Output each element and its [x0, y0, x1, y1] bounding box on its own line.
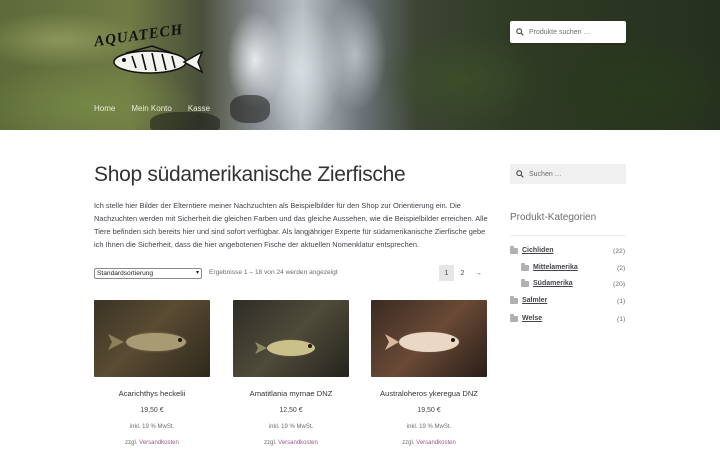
site-header: AQUATECH Home Mein Konto Kasse Produkte … [0, 0, 720, 130]
nav-item-kasse[interactable]: Kasse [188, 104, 210, 113]
fish-photo-icon [255, 340, 315, 356]
sort-selected-value: Standardsortierung [97, 270, 154, 277]
chevron-down-icon: ▾ [195, 270, 199, 276]
category-count: (1) [617, 316, 626, 323]
header-search-placeholder: Produkte suchen … [529, 28, 591, 36]
category-item-salmler[interactable]: Salmler [510, 295, 547, 304]
product-shipping-note: zzgl. Versandkosten [233, 440, 349, 446]
shipping-link[interactable]: Versandkosten [278, 440, 318, 446]
product-name[interactable]: Amatitlania myrnae DNZ [233, 389, 349, 398]
product-image[interactable] [233, 300, 349, 377]
folder-icon [521, 262, 529, 271]
page-1-button[interactable]: 1 [439, 265, 454, 281]
result-count: Ergebnisse 1 – 18 von 24 werden angezeig… [209, 269, 338, 276]
product-card[interactable]: Australoheros ykeregua DNZ 19,50 € inkl.… [371, 300, 487, 446]
page-title: Shop südamerikanische Zierfische [94, 163, 406, 186]
header-search-input[interactable]: Produkte suchen … [510, 21, 626, 43]
product-tax-note: inkl. 19 % MwSt. [406, 424, 452, 430]
site-logo[interactable]: AQUATECH [92, 22, 212, 80]
main-navigation: Home Mein Konto Kasse [94, 104, 210, 113]
product-shipping-note: zzgl. Versandkosten [371, 440, 487, 446]
product-name[interactable]: Australoheros ykeregua DNZ [371, 389, 487, 398]
page-2-button[interactable]: 2 [455, 265, 470, 281]
product-tax-note: inkl. 19 % MwSt. [268, 424, 314, 430]
category-count: (20) [613, 281, 626, 288]
sort-select[interactable]: Standardsortierung ▾ [94, 268, 202, 279]
folder-icon [510, 245, 518, 254]
product-image[interactable] [94, 300, 210, 377]
folder-icon [510, 313, 518, 322]
shipping-link[interactable]: Versandkosten [139, 440, 179, 446]
search-icon [516, 170, 524, 178]
shipping-link[interactable]: Versandkosten [416, 440, 456, 446]
category-item-mittelamerika[interactable]: Mittelamerika [521, 262, 578, 271]
folder-icon [510, 295, 518, 304]
product-price: 12,50 € [279, 407, 303, 414]
category-label[interactable]: Mittelamerika [533, 264, 578, 271]
search-icon [516, 28, 524, 36]
category-label[interactable]: Cichliden [522, 247, 554, 254]
fish-photo-icon [385, 332, 459, 352]
sidebar-heading: Produkt-Kategorien [510, 212, 597, 223]
category-label[interactable]: Welse [522, 315, 542, 322]
sidebar-search-input[interactable]: Suchen … [510, 164, 626, 184]
shipping-prefix: zzgl. [264, 440, 277, 446]
nav-item-home[interactable]: Home [94, 104, 115, 113]
category-label[interactable]: Südamerika [533, 280, 573, 287]
pagination: 1 2 → [439, 265, 486, 281]
product-shipping-note: zzgl. Versandkosten [94, 440, 210, 446]
category-item-suedamerika[interactable]: Südamerika [521, 278, 573, 287]
product-price: 19,50 € [140, 407, 164, 414]
shipping-prefix: zzgl. [402, 440, 415, 446]
product-card[interactable]: Acarichthys heckelii 19,50 € inkl. 19 % … [94, 300, 210, 446]
header-decoration [230, 95, 270, 123]
category-count: (2) [617, 265, 626, 272]
intro-text: Ich stelle hier Bilder der Elterntiere m… [94, 201, 488, 249]
sidebar-search-placeholder: Suchen … [529, 170, 562, 178]
product-image[interactable] [371, 300, 487, 377]
next-page-button[interactable]: → [471, 265, 486, 281]
category-item-welse[interactable]: Welse [510, 313, 542, 322]
product-name[interactable]: Acarichthys heckelii [94, 389, 210, 398]
header-decoration [150, 112, 220, 130]
category-count: (22) [613, 248, 626, 255]
product-price: 19,50 € [417, 407, 441, 414]
category-label[interactable]: Salmler [522, 297, 547, 304]
folder-icon [521, 278, 529, 287]
nav-item-mein-konto[interactable]: Mein Konto [131, 104, 171, 113]
product-card[interactable]: Amatitlania myrnae DNZ 12,50 € inkl. 19 … [233, 300, 349, 446]
fish-photo-icon [108, 333, 186, 351]
divider [510, 235, 626, 236]
product-tax-note: inkl. 19 % MwSt. [129, 424, 175, 430]
shipping-prefix: zzgl. [125, 440, 138, 446]
category-count: (1) [617, 298, 626, 305]
category-item-cichliden[interactable]: Cichliden [510, 245, 554, 254]
